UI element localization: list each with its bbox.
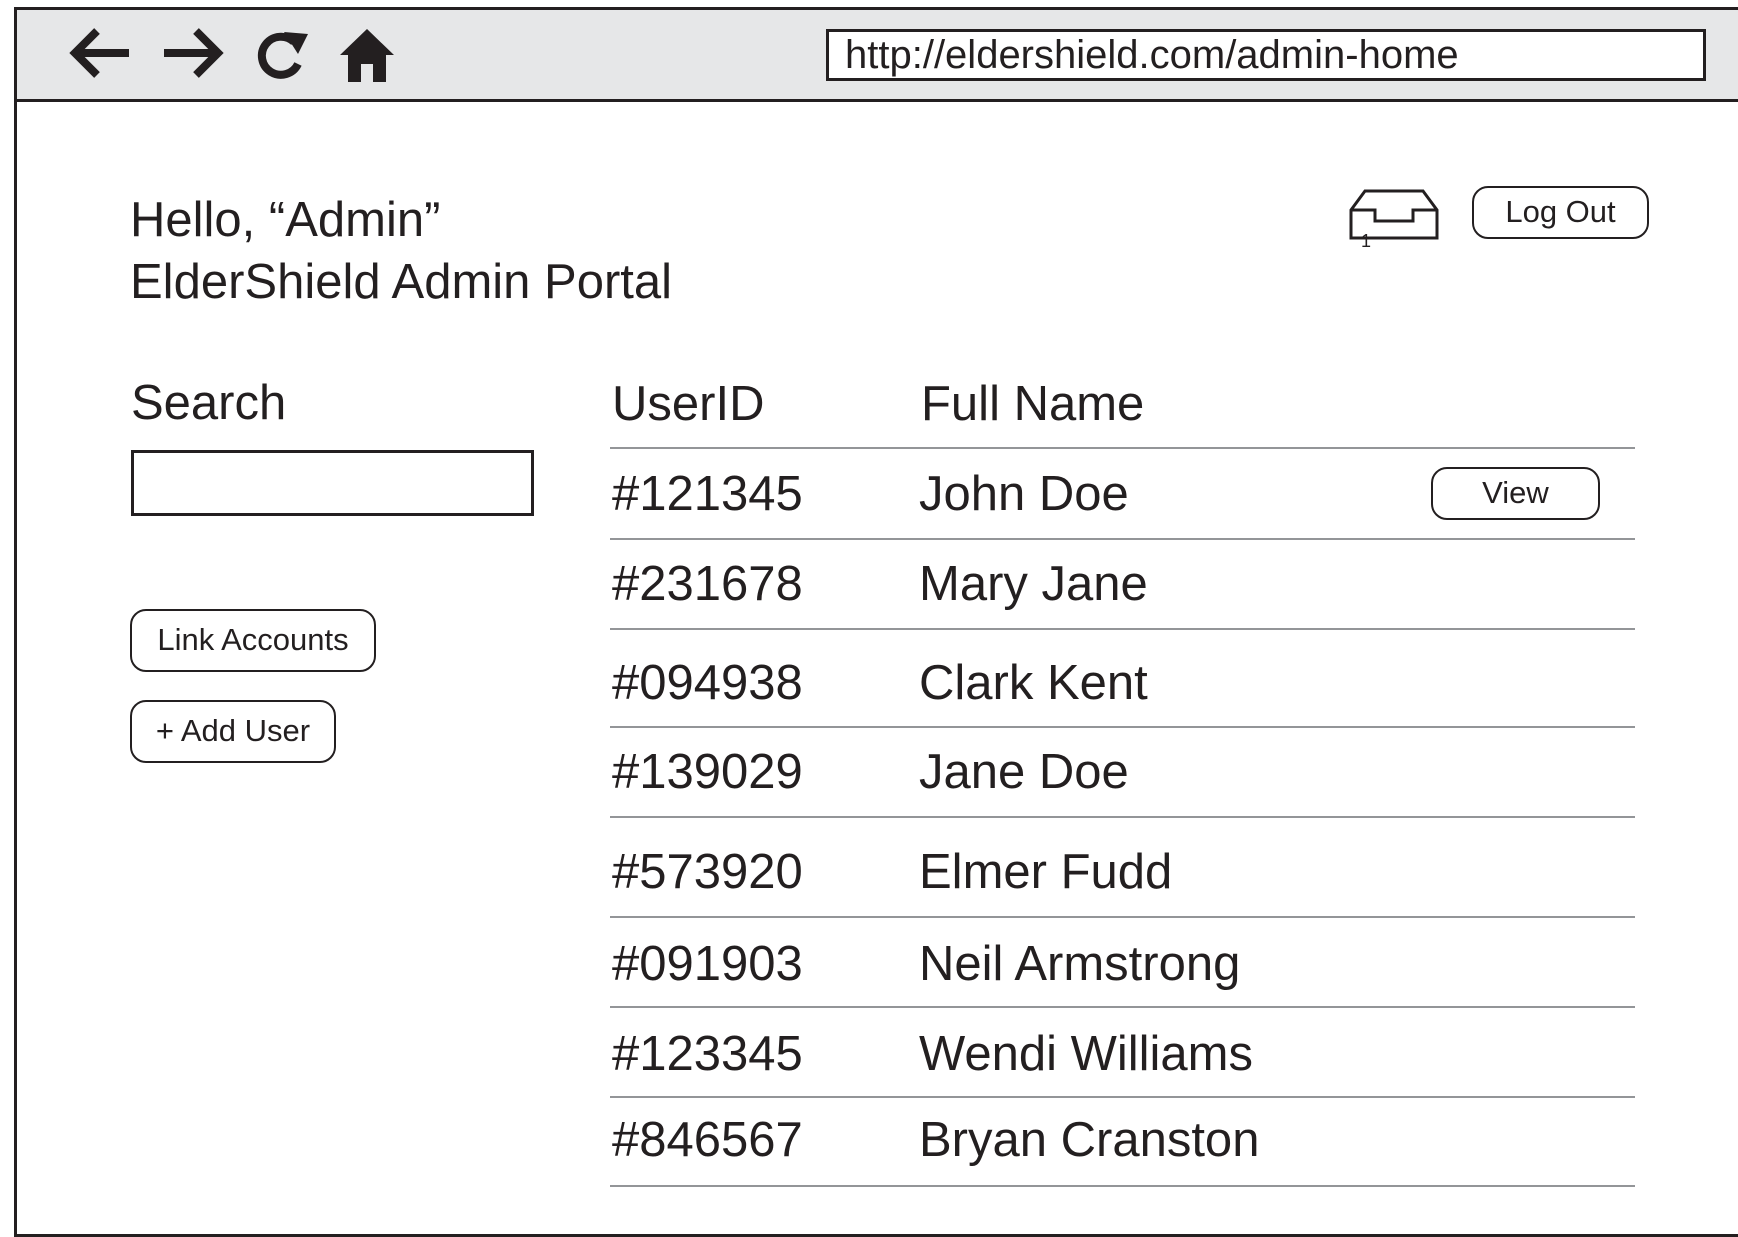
arrow-right-icon[interactable] (160, 25, 226, 81)
full-name-cell: Neil Armstrong (919, 937, 1241, 991)
users-table: UserID Full Name #121345 John Doe View #231… (610, 372, 1635, 1187)
table-row: #573920 Elmer Fudd (610, 818, 1635, 918)
user-id-cell: #573920 (612, 845, 803, 899)
inbox-count: 1 (1361, 231, 1371, 250)
search-input[interactable] (131, 450, 534, 516)
user-id-cell: #123345 (612, 1027, 803, 1081)
home-icon[interactable] (338, 26, 396, 84)
column-header-full-name: Full Name (921, 377, 1145, 431)
user-id-cell: #091903 (612, 937, 803, 991)
view-button[interactable]: View (1431, 467, 1600, 520)
table-row: #846567 Bryan Cranston (610, 1098, 1635, 1187)
user-id-cell: #846567 (612, 1113, 803, 1167)
full-name-cell: Mary Jane (919, 557, 1148, 611)
full-name-cell: Wendi Williams (919, 1027, 1253, 1081)
table-row: #139029 Jane Doe (610, 728, 1635, 818)
table-row: #231678 Mary Jane (610, 540, 1635, 630)
table-row: #123345 Wendi Williams (610, 1008, 1635, 1098)
address-bar[interactable]: http://eldershield.com/admin-home (826, 29, 1706, 81)
full-name-cell: Clark Kent (919, 656, 1148, 710)
user-id-cell: #231678 (612, 557, 803, 611)
search-label: Search (131, 376, 287, 430)
full-name-cell: Jane Doe (919, 745, 1129, 799)
link-accounts-button[interactable]: Link Accounts (130, 609, 376, 672)
table-row: #121345 John Doe View (610, 449, 1635, 540)
full-name-cell: Bryan Cranston (919, 1113, 1260, 1167)
table-row: #094938 Clark Kent (610, 630, 1635, 728)
table-row: #091903 Neil Armstrong (610, 918, 1635, 1008)
page-title: ElderShield Admin Portal (130, 255, 673, 309)
user-id-cell: #121345 (612, 467, 803, 521)
reload-icon[interactable] (254, 28, 312, 84)
table-header: UserID Full Name (610, 372, 1635, 449)
column-header-userid: UserID (612, 377, 765, 431)
arrow-left-icon[interactable] (67, 25, 133, 81)
full-name-cell: John Doe (919, 467, 1129, 521)
full-name-cell: Elmer Fudd (919, 845, 1173, 899)
user-id-cell: #094938 (612, 656, 803, 710)
user-id-cell: #139029 (612, 745, 803, 799)
greeting: Hello, “Admin” (130, 193, 441, 247)
add-user-button[interactable]: + Add User (130, 700, 336, 763)
logout-button[interactable]: Log Out (1472, 186, 1649, 239)
inbox-icon[interactable]: 1 (1349, 188, 1439, 250)
